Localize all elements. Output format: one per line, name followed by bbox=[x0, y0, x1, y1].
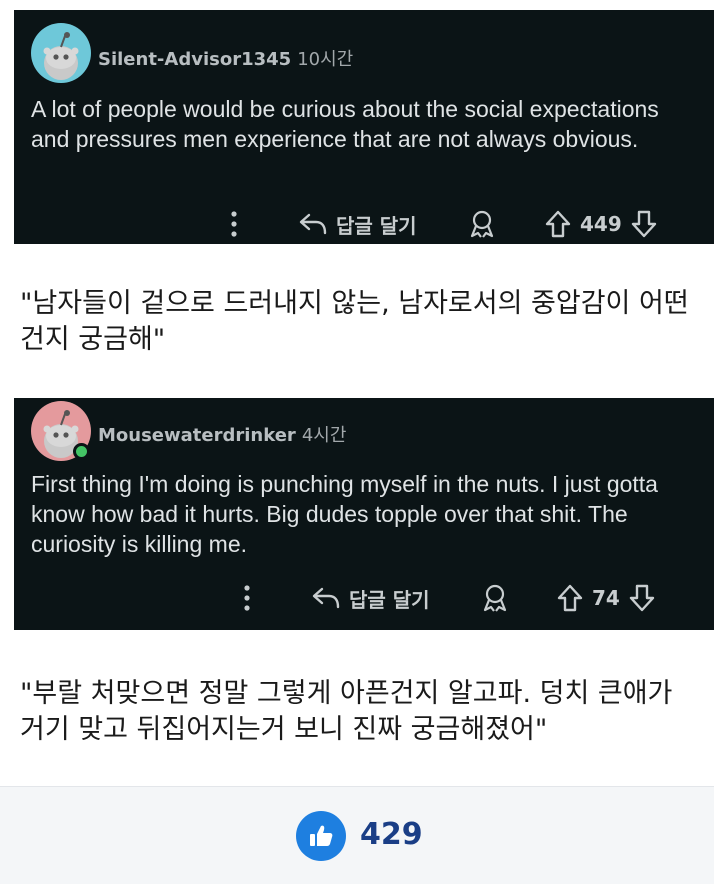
thumbs-up-icon bbox=[310, 825, 333, 846]
like-bar: 429 bbox=[0, 786, 714, 884]
vote-count: 449 bbox=[580, 212, 622, 236]
more-options-icon bbox=[231, 211, 237, 237]
award-button[interactable] bbox=[468, 206, 496, 242]
more-options-icon bbox=[244, 585, 250, 611]
comment-meta: Mousewaterdrinker 4시간 bbox=[98, 421, 346, 447]
translation-text: "남자들이 겉으로 드러내지 않는, 남자로서의 중압감이 어떤건지 궁금해" bbox=[20, 288, 689, 355]
translation-text: "부랄 처맞으면 정말 그렇게 아픈건지 알고파. 덩치 큰애가 거기 맞고 뒤… bbox=[20, 678, 673, 745]
username[interactable]: Silent-Advisor1345 bbox=[98, 49, 291, 70]
reply-button[interactable]: 답글 달기 bbox=[298, 206, 417, 242]
upvote-arrow-icon[interactable] bbox=[556, 583, 584, 613]
upvote-arrow-icon[interactable] bbox=[544, 209, 572, 239]
vote-controls: 74 bbox=[556, 580, 656, 616]
reply-arrow-icon bbox=[299, 213, 327, 235]
like-count: 429 bbox=[360, 817, 423, 852]
reply-label: 답글 달기 bbox=[336, 213, 417, 238]
reddit-snoo-icon bbox=[43, 32, 79, 80]
username[interactable]: Mousewaterdrinker bbox=[98, 425, 296, 446]
vote-count: 74 bbox=[592, 586, 620, 610]
vote-controls: 449 bbox=[544, 206, 658, 242]
award-icon bbox=[483, 584, 507, 612]
timestamp: 10시간 bbox=[297, 49, 354, 70]
reply-arrow-icon bbox=[312, 587, 340, 609]
award-button[interactable] bbox=[481, 580, 509, 616]
comment-body: A lot of people would be curious about t… bbox=[31, 96, 659, 152]
more-options-button[interactable] bbox=[230, 206, 238, 242]
reply-label: 답글 달기 bbox=[349, 587, 430, 612]
timestamp: 4시간 bbox=[301, 425, 347, 446]
downvote-arrow-icon[interactable] bbox=[628, 583, 656, 613]
reply-button[interactable]: 답글 달기 bbox=[311, 580, 430, 616]
comment-actions: 답글 달기 74 bbox=[14, 580, 714, 616]
online-status-dot bbox=[73, 443, 90, 460]
comment-meta: Silent-Advisor1345 10시간 bbox=[98, 45, 353, 71]
like-button[interactable] bbox=[296, 811, 346, 861]
comment-card: Mousewaterdrinker 4시간 First thing I'm doi… bbox=[14, 398, 714, 630]
avatar[interactable] bbox=[31, 23, 91, 83]
comment-body: First thing I'm doing is punching myself… bbox=[31, 471, 658, 557]
award-icon bbox=[470, 210, 494, 238]
comment-actions: 답글 달기 449 bbox=[14, 206, 714, 242]
comment-card: Silent-Advisor1345 10시간 A lot of people w… bbox=[14, 10, 714, 244]
more-options-button[interactable] bbox=[243, 580, 251, 616]
downvote-arrow-icon[interactable] bbox=[630, 209, 658, 239]
